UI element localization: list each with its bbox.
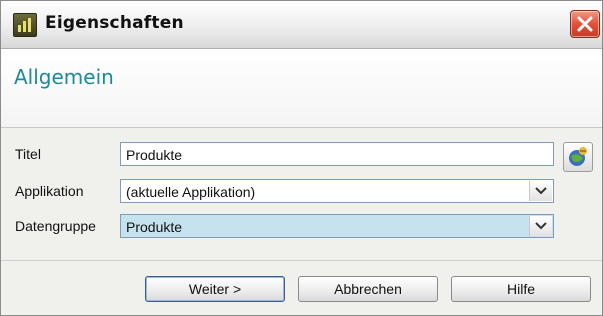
properties-form: Titel Produkte Applikation (aktuelle App… [1, 128, 602, 248]
lookup-button[interactable] [563, 142, 593, 172]
datengruppe-select[interactable]: Produkte [120, 214, 554, 238]
next-button[interactable]: Weiter > [145, 276, 285, 302]
close-icon [577, 16, 593, 32]
section-title: Allgemein [14, 65, 114, 89]
chevron-down-icon [535, 222, 547, 230]
titel-value: Produkte [126, 147, 183, 163]
applikation-value: (aktuelle Applikation) [126, 184, 256, 200]
application-icon [13, 13, 37, 37]
help-button[interactable]: Hilfe [451, 276, 591, 302]
window-title: Eigenschaften [45, 13, 184, 33]
cancel-button[interactable]: Abbrechen [298, 276, 438, 302]
titel-input[interactable]: Produkte [120, 142, 554, 166]
globe-icon [569, 147, 587, 166]
chevron-down-icon [535, 187, 547, 195]
applikation-dropdown-button[interactable] [529, 181, 552, 201]
applikation-select[interactable]: (aktuelle Applikation) [120, 179, 554, 203]
datengruppe-dropdown-button[interactable] [529, 216, 552, 236]
applikation-label: Applikation [15, 183, 84, 199]
button-bar: Weiter > Abbrechen Hilfe [1, 260, 602, 315]
datengruppe-value: Produkte [126, 219, 183, 235]
close-button[interactable] [570, 10, 600, 38]
titel-label: Titel [15, 146, 41, 162]
dialog-window: Eigenschaften Allgemein Titel Produkte A… [0, 0, 603, 316]
title-bar[interactable]: Eigenschaften [1, 1, 602, 49]
section-header: Allgemein [1, 49, 602, 128]
datengruppe-label: Datengruppe [15, 218, 96, 234]
